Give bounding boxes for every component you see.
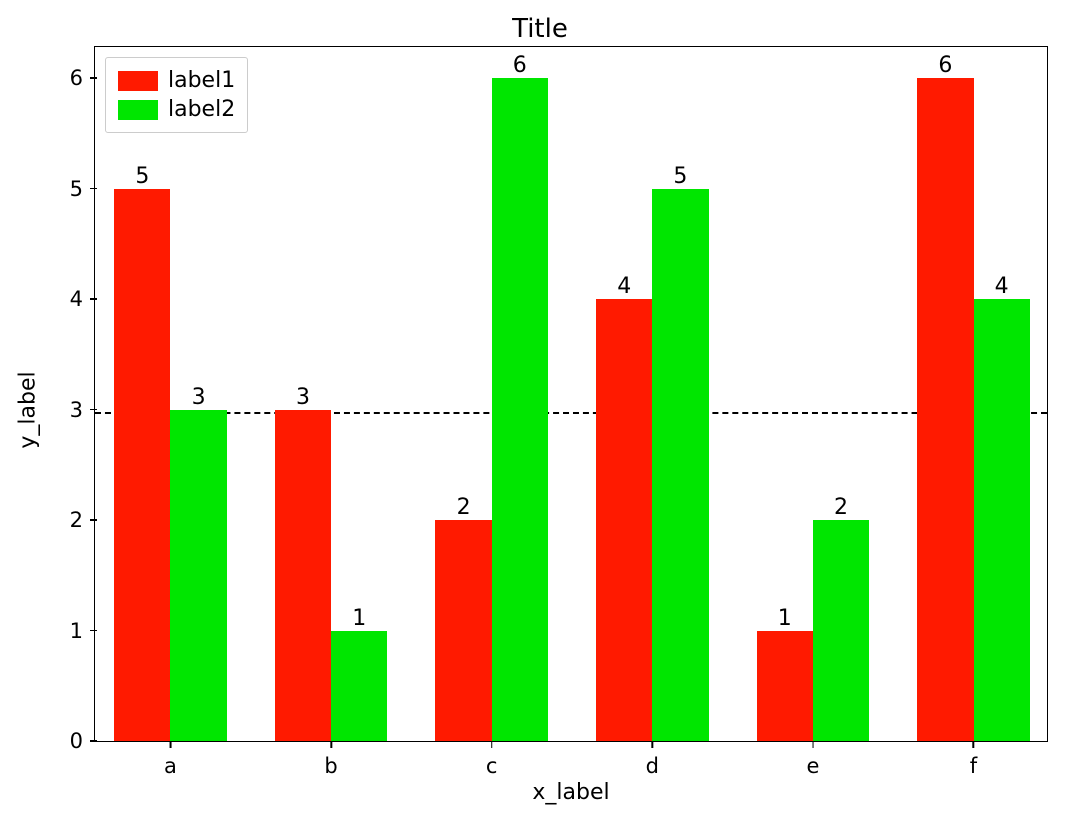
y-tick: 6 [70,66,95,90]
x-tick-label: e [806,748,819,778]
x-tick-label: c [486,748,498,778]
bar-label1 [596,299,652,741]
bar-label2 [974,299,1030,741]
bar-value-label: 6 [938,53,952,78]
bar-value-label: 1 [778,606,792,631]
bar-value-label: 5 [673,164,687,189]
bar-label2 [492,78,548,741]
y-tick: 5 [70,177,95,201]
plot-area: label1 label2 0123456abcdef532416316524 [94,46,1048,742]
bar-value-label: 3 [296,385,310,410]
bar-label1 [275,410,331,741]
y-tick: 2 [70,508,95,532]
x-tick-label: a [164,748,177,778]
bar-label2 [331,631,387,741]
y-tick: 0 [70,729,95,753]
legend-item-1: label1 [118,66,235,95]
bar-label2 [170,410,226,741]
x-tick-label: b [324,748,337,778]
x-tick-label: d [646,748,659,778]
bar-value-label: 2 [834,495,848,520]
bar-label1 [435,520,491,741]
bar-value-label: 2 [457,495,471,520]
bar-value-label: 3 [192,385,206,410]
bar-value-label: 1 [352,606,366,631]
chart: Title label1 label2 0 1 2 3 4 5 6 a b c d e f 5 3 2 4 1 6 3… [0,0,1080,819]
x-tick: c [486,741,498,778]
bar-label1 [114,189,170,741]
reference-line [95,412,1047,414]
x-tick-label: f [970,748,977,778]
legend-label-1: label1 [168,68,235,93]
y-tick: 4 [70,287,95,311]
bar-value-label: 5 [135,164,149,189]
legend-swatch-1 [118,71,158,91]
x-tick: d [646,741,659,778]
legend-label-2: label2 [168,97,235,122]
x-tick: f [970,741,977,778]
bar-label1 [757,631,813,741]
bar-value-label: 4 [995,274,1009,299]
bar-label1 [917,78,973,741]
legend: label1 label2 [105,57,248,133]
bar-label2 [813,520,869,741]
y-tick: 3 [70,398,95,422]
bar-label2 [652,189,708,741]
x-axis-label: x_label [94,780,1048,805]
x-tick: e [806,741,819,778]
y-tick: 1 [70,619,95,643]
legend-item-2: label2 [118,95,235,124]
x-tick: a [164,741,177,778]
bar-value-label: 6 [513,53,527,78]
bar-value-label: 4 [617,274,631,299]
chart-title: Title [0,14,1080,44]
x-tick: b [324,741,337,778]
legend-swatch-2 [118,100,158,120]
y-axis-label: y_label [16,371,41,448]
